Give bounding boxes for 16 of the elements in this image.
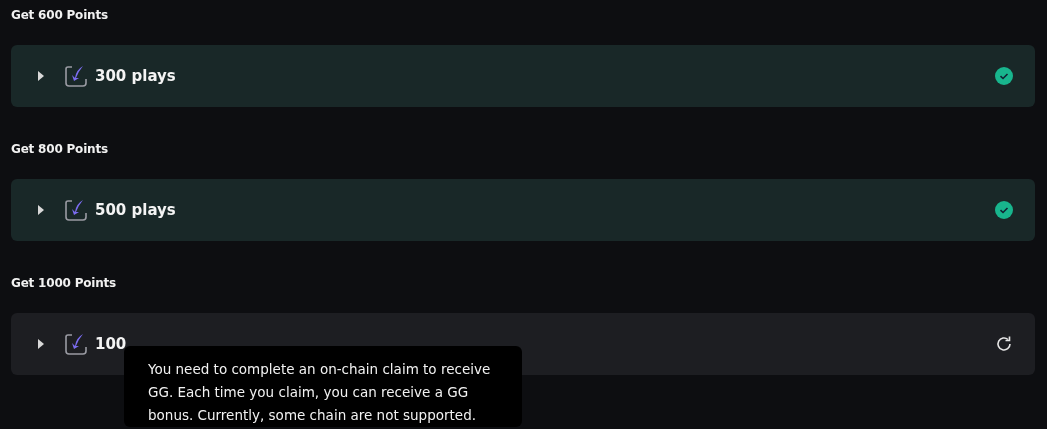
task-icon — [65, 65, 87, 87]
section-heading: Get 600 Points — [11, 7, 109, 24]
task-label: 100 — [95, 335, 127, 353]
section-heading: Get 1000 Points — [11, 275, 118, 292]
expand-caret-icon[interactable] — [37, 71, 45, 81]
task-icon — [65, 199, 87, 221]
tooltip: You need to complete an on-chain claim to receive GG. Each time you claim, you can receive a GG bonus. Currently, some chain are not supported. — [124, 346, 522, 427]
task-icon — [65, 333, 87, 355]
expand-caret-icon[interactable] — [37, 205, 45, 215]
task-card[interactable]: 300 plays — [11, 45, 1035, 107]
expand-caret-icon[interactable] — [37, 339, 45, 349]
task-label: 500 plays — [95, 201, 176, 219]
refresh-icon[interactable] — [995, 335, 1013, 353]
task-label: 300 plays — [95, 67, 176, 85]
section-heading: Get 800 Points — [11, 141, 109, 158]
task-card[interactable]: 500 plays — [11, 179, 1035, 241]
